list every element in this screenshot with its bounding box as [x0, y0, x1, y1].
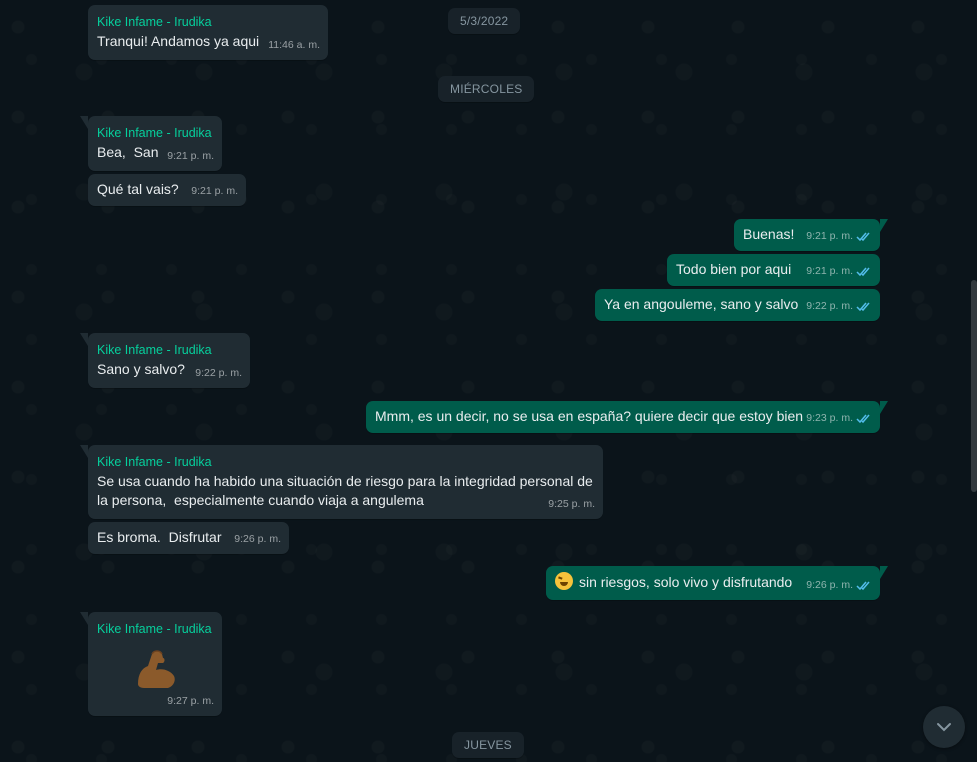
scrollbar[interactable] [971, 280, 977, 492]
message-text: Mmm, es un decir, no se usa en españa? q… [375, 408, 804, 424]
message-meta: 9:26 p. m. [234, 530, 281, 549]
double-check-icon [856, 581, 870, 591]
double-check-icon [856, 414, 870, 424]
message-bubble[interactable]: Qué tal vais? 9:21 p. m. [88, 174, 246, 206]
message-time: 9:21 p. m. [806, 230, 853, 242]
sender-name[interactable]: Kike Infame - Irudika [97, 619, 213, 639]
message-meta: 9:21 p. m. [167, 147, 214, 166]
sender-name[interactable]: Kike Infame - Irudika [97, 452, 594, 472]
message-text: Es broma. Disfrutar [97, 529, 222, 545]
message-text: Sano y salvo? [97, 361, 185, 377]
message-meta: 9:21 p. m. [806, 262, 872, 281]
sender-name[interactable]: Kike Infame - Irudika [97, 340, 241, 360]
message-bubble[interactable]: Kike Infame - Irudika Tranqui! Andamos y… [88, 5, 328, 60]
message-bubble[interactable]: Kike Infame - Irudika Bea, San 9:21 p. m… [80, 116, 222, 171]
message-bubble[interactable]: Kike Infame - Irudika 9:27 p. m. [80, 612, 222, 716]
message-time: 9:21 p. m. [806, 265, 853, 277]
grinning-squinting-face-icon [555, 572, 573, 590]
message-time: 9:26 p. m. [806, 579, 853, 591]
message-time: 11:46 a. m. [268, 39, 320, 51]
message-meta: 9:22 p. m. [195, 364, 242, 383]
message-meta: 9:23 p. m. [806, 409, 872, 428]
scroll-down-button[interactable] [923, 706, 965, 748]
message-time: 9:26 p. m. [234, 533, 281, 545]
message-meta: 9:25 p. m. [548, 495, 595, 514]
message-text: Ya en angouleme, sano y salvo [604, 296, 799, 312]
message-bubble[interactable]: Kike Infame - Irudika Se usa cuando ha h… [80, 445, 603, 519]
message-bubble[interactable]: Buenas! 9:21 p. m. [734, 219, 888, 251]
message-bubble[interactable]: Es broma. Disfrutar 9:26 p. m. [88, 522, 289, 554]
chevron-down-icon [937, 723, 951, 732]
double-check-icon [856, 267, 870, 277]
sender-name[interactable]: Kike Infame - Irudika [97, 12, 319, 32]
message-text: Qué tal vais? [97, 181, 179, 197]
message-meta: 9:27 p. m. [167, 692, 214, 711]
message-meta: 9:26 p. m. [806, 576, 872, 595]
chat-panel[interactable]: 5/3/2022 Kike Infame - Irudika Tranqui! … [0, 0, 977, 762]
message-text: Buenas! [743, 226, 795, 242]
message-time: 9:27 p. m. [167, 695, 214, 707]
message-text: Bea, San [97, 144, 159, 160]
message-bubble[interactable]: Ya en angouleme, sano y salvo 9:22 p. m. [595, 289, 880, 321]
message-time: 9:21 p. m. [191, 185, 238, 197]
message-bubble[interactable]: Mmm, es un decir, no se usa en españa? q… [366, 401, 888, 433]
message-text: Todo bien por aqui [676, 261, 792, 277]
double-check-icon [856, 302, 870, 312]
sender-name[interactable]: Kike Infame - Irudika [97, 123, 213, 143]
message-meta: 9:21 p. m. [191, 182, 238, 201]
double-check-icon [856, 232, 870, 242]
date-separator: JUEVES [452, 732, 524, 758]
message-text: Se usa cuando ha habido una situación de… [97, 473, 597, 508]
message-meta: 11:46 a. m. [268, 36, 320, 55]
message-bubble[interactable]: Kike Infame - Irudika Sano y salvo? 9:22… [80, 333, 250, 388]
message-meta: 9:21 p. m. [806, 227, 872, 246]
message-time: 9:25 p. m. [548, 498, 595, 510]
date-separator: 5/3/2022 [448, 8, 521, 34]
message-text: Tranqui! Andamos ya aqui [97, 33, 260, 49]
message-time: 9:22 p. m. [806, 300, 853, 312]
message-bubble[interactable]: Todo bien por aqui 9:21 p. m. [667, 254, 880, 286]
message-time: 9:21 p. m. [167, 150, 214, 162]
message-time: 9:22 p. m. [195, 367, 242, 379]
date-separator: MIÉRCOLES [438, 76, 535, 102]
message-meta: 9:22 p. m. [806, 297, 872, 316]
message-text: sin riesgos, solo vivo y disfrutando [579, 574, 793, 590]
message-bubble[interactable]: sin riesgos, solo vivo y disfrutando 9:2… [546, 566, 888, 600]
message-time: 9:23 p. m. [806, 412, 853, 424]
flexed-biceps-icon[interactable] [132, 644, 180, 692]
